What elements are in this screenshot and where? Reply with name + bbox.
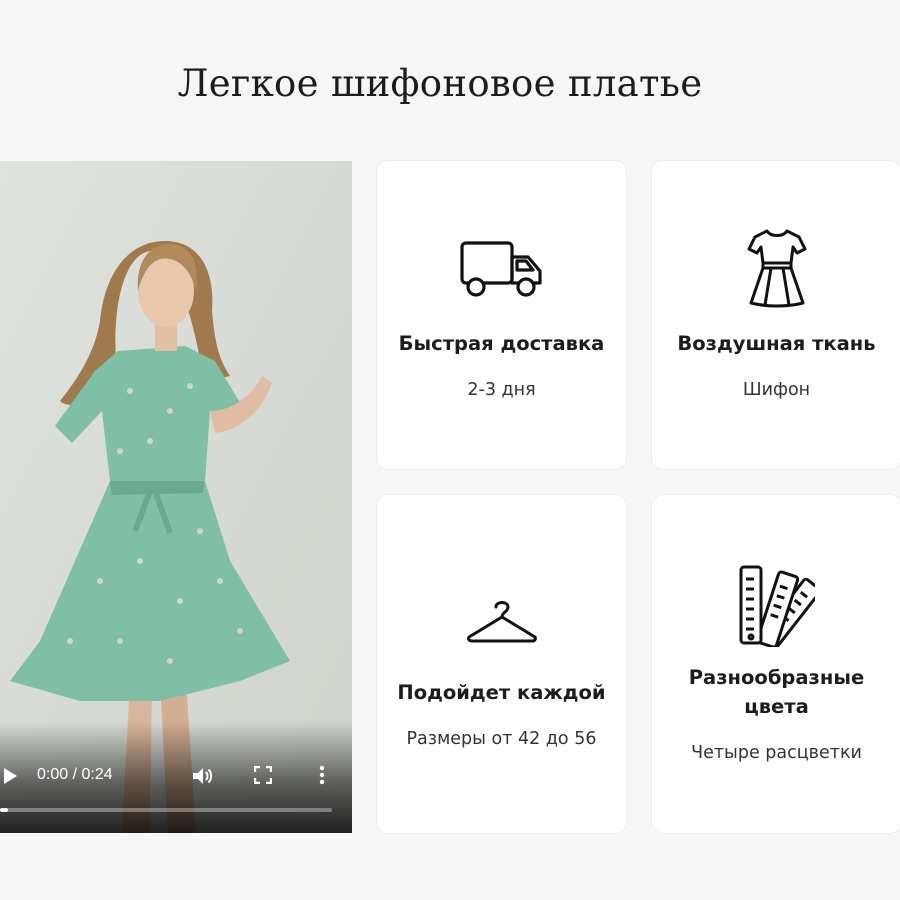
volume-icon[interactable]: [191, 765, 213, 787]
video-player[interactable]: 0:00 / 0:24: [0, 161, 352, 833]
feature-card-colors: Разнообразные цвета Четыре расцветки: [651, 494, 900, 834]
card-title: Подойдет каждой: [397, 681, 606, 704]
card-subtitle: 2-3 дня: [467, 380, 536, 400]
truck-icon: [377, 241, 626, 299]
color-swatches-icon: [652, 565, 900, 647]
card-subtitle: Размеры от 42 до 56: [406, 729, 597, 749]
feature-card-sizes: Подойдет каждой Размеры от 42 до 56: [376, 494, 627, 834]
video-time-display: 0:00 / 0:24: [37, 766, 113, 783]
play-icon[interactable]: [2, 767, 18, 785]
fullscreen-icon[interactable]: [254, 766, 272, 784]
video-progress-bar[interactable]: [0, 808, 332, 812]
page-title: Легкое шифоновое платье: [177, 62, 703, 105]
card-title: Воздушная ткань: [677, 332, 876, 355]
hanger-icon: [377, 599, 626, 643]
card-subtitle: Четыре расцветки: [691, 743, 862, 763]
feature-card-fabric: Воздушная ткань Шифон: [651, 160, 900, 470]
card-title-line1: Разнообразные: [688, 666, 865, 689]
card-title: Быстрая доставка: [398, 332, 605, 355]
feature-card-delivery: Быстрая доставка 2-3 дня: [376, 160, 627, 470]
card-title-line2: цвета: [744, 695, 809, 718]
more-options-icon[interactable]: [314, 764, 330, 786]
card-subtitle: Шифон: [742, 380, 811, 400]
video-progress-fill: [0, 808, 8, 812]
dress-icon: [652, 229, 900, 309]
video-controls-bar: 0:00 / 0:24: [0, 721, 352, 833]
